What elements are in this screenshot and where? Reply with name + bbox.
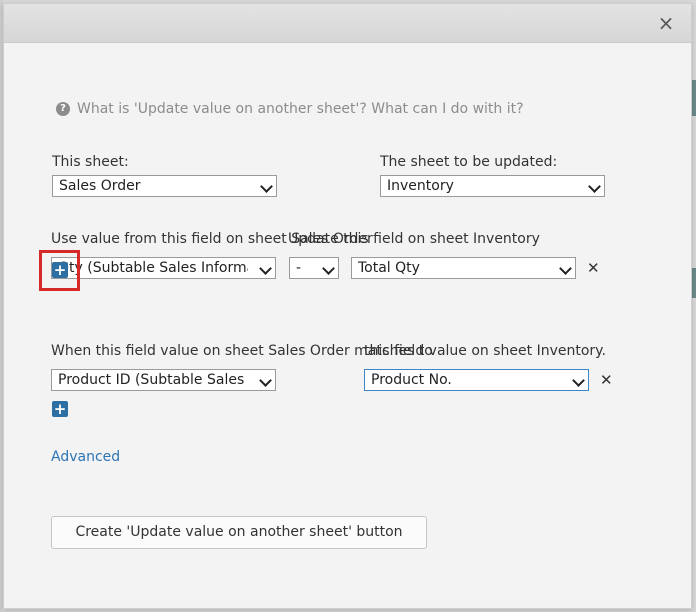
add-mapping-icon[interactable]: + — [52, 262, 68, 278]
match-target-value: Product No. — [371, 372, 452, 388]
operator-value: - — [296, 260, 302, 276]
source-field-value: Qty (Subtable Sales Information) — [58, 260, 248, 276]
target-field-value: Total Qty — [358, 260, 420, 276]
target-sheet-value: Inventory — [387, 178, 454, 194]
operator-select[interactable]: - — [289, 257, 339, 279]
dialog-header — [4, 4, 691, 43]
create-button[interactable]: Create 'Update value on another sheet' b… — [51, 516, 427, 549]
target-field-select[interactable]: Total Qty — [351, 257, 576, 279]
help-link-text: What is 'Update value on another sheet'?… — [77, 101, 524, 117]
match-source-value: Product ID (Subtable Sales Information) — [58, 372, 248, 388]
question-icon: ? — [56, 102, 70, 116]
remove-match-icon[interactable]: ✕ — [600, 371, 613, 389]
help-link[interactable]: ? What is 'Update value on another sheet… — [56, 101, 524, 117]
source-field-select[interactable]: Qty (Subtable Sales Information) — [51, 257, 276, 279]
this-sheet-label: This sheet: — [52, 154, 129, 170]
close-icon[interactable]: × — [655, 12, 677, 34]
this-sheet-value: Sales Order — [59, 178, 141, 194]
target-field-label: Update this field on sheet Inventory — [288, 231, 540, 247]
advanced-link[interactable]: Advanced — [51, 449, 120, 465]
remove-mapping-icon[interactable]: ✕ — [587, 259, 600, 277]
match-source-select[interactable]: Product ID (Subtable Sales Information) — [51, 369, 276, 391]
match-target-label: this field value on sheet Inventory. — [364, 343, 606, 359]
target-sheet-select[interactable]: Inventory — [380, 175, 605, 197]
this-sheet-select[interactable]: Sales Order — [52, 175, 277, 197]
match-target-select[interactable]: Product No. — [364, 369, 589, 391]
target-sheet-label: The sheet to be updated: — [380, 154, 558, 170]
add-match-icon[interactable]: + — [52, 401, 68, 417]
